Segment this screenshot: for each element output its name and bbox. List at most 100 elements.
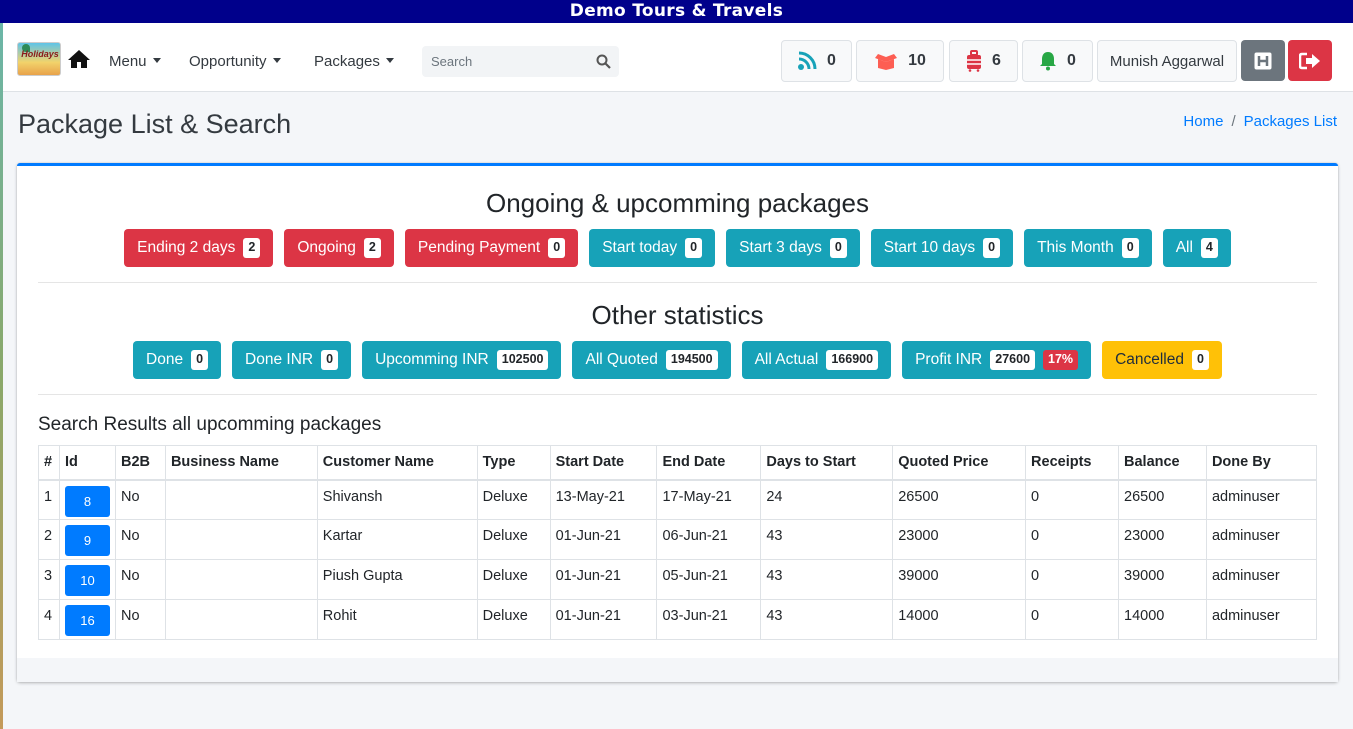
column-header-customer-name[interactable]: Customer Name bbox=[316, 445, 478, 481]
cell-quoted: 26500 bbox=[892, 479, 1027, 520]
table-row: 1 8 No Shivansh Deluxe 13-May-21 17-May-21 24 26… bbox=[38, 479, 1318, 520]
filter-label: This Month bbox=[1037, 239, 1114, 256]
column-header-start-date[interactable]: Start Date bbox=[549, 445, 658, 481]
count-badge: 27600 bbox=[990, 350, 1036, 370]
results-title: Search Results all upcomming packages bbox=[38, 414, 382, 435]
packages-counter-button[interactable]: 10 bbox=[856, 40, 944, 82]
filter-button-start-today[interactable]: Start today 0 bbox=[589, 229, 716, 267]
cell-id: 9 bbox=[58, 519, 116, 560]
cell-start: 01-Jun-21 bbox=[549, 519, 658, 560]
cell-id: 10 bbox=[58, 559, 116, 600]
cell-days: 43 bbox=[760, 519, 894, 560]
search-box bbox=[422, 46, 619, 77]
count-badge: 2 bbox=[243, 238, 261, 258]
cell-days: 24 bbox=[760, 479, 894, 520]
stat-button-all-quoted[interactable]: All Quoted 194500 bbox=[572, 341, 731, 379]
column-header-id[interactable]: Id bbox=[58, 445, 116, 481]
breadcrumb: Home / Packages List bbox=[1183, 113, 1337, 130]
cell-end: 06-Jun-21 bbox=[656, 519, 762, 560]
stat-button-done-inr[interactable]: Done INR 0 bbox=[232, 341, 352, 379]
alerts-counter-button[interactable]: 0 bbox=[1022, 40, 1093, 82]
cell-quoted: 39000 bbox=[892, 559, 1027, 600]
filter-button-this-month[interactable]: This Month 0 bbox=[1024, 229, 1152, 267]
leads-counter-button[interactable]: 0 bbox=[781, 40, 852, 82]
filter-button-pending-payment[interactable]: Pending Payment 0 bbox=[404, 229, 579, 267]
nav-packages-dropdown[interactable]: Packages bbox=[314, 53, 394, 70]
logout-button[interactable] bbox=[1288, 40, 1332, 81]
luggage-count: 6 bbox=[992, 52, 1001, 69]
count-badge: 0 bbox=[685, 238, 703, 258]
company-logo[interactable]: Holidays bbox=[17, 42, 61, 76]
percent-badge: 17% bbox=[1043, 350, 1079, 370]
package-id-button[interactable]: 16 bbox=[64, 605, 110, 636]
cell-type: Deluxe bbox=[476, 479, 551, 520]
count-badge: 0 bbox=[321, 350, 339, 370]
stat-button-upcomming-inr[interactable]: Upcomming INR 102500 bbox=[362, 341, 562, 379]
logo-text: Holidays bbox=[21, 49, 59, 59]
column-header-done-by[interactable]: Done By bbox=[1205, 445, 1318, 481]
cell-customer: Piush Gupta bbox=[316, 559, 478, 600]
breadcrumb-current-link[interactable]: Packages List bbox=[1244, 113, 1337, 130]
cell-done-by: adminuser bbox=[1205, 559, 1318, 600]
table-body: 1 8 No Shivansh Deluxe 13-May-21 17-May-21 24 26… bbox=[38, 479, 1318, 640]
nav-menu-label: Menu bbox=[109, 53, 147, 70]
search-input[interactable] bbox=[422, 46, 582, 77]
cell-business bbox=[164, 559, 318, 600]
stat-button-all-actual[interactable]: All Actual 166900 bbox=[741, 341, 892, 379]
cell-n: 3 bbox=[38, 559, 60, 600]
cell-customer: Rohit bbox=[316, 599, 478, 640]
column-header-business-name[interactable]: Business Name bbox=[164, 445, 318, 481]
cell-n: 1 bbox=[38, 479, 60, 520]
search-icon[interactable] bbox=[596, 54, 611, 69]
nav-opportunity-dropdown[interactable]: Opportunity bbox=[189, 53, 281, 70]
cell-business bbox=[164, 599, 318, 640]
column-header-days-to-start[interactable]: Days to Start bbox=[760, 445, 894, 481]
filter-button-ending-2-days[interactable]: Ending 2 days 2 bbox=[124, 229, 274, 267]
filter-button-start-3-days[interactable]: Start 3 days 0 bbox=[726, 229, 860, 267]
filter-button-start-10-days[interactable]: Start 10 days 0 bbox=[870, 229, 1014, 267]
cell-quoted: 23000 bbox=[892, 519, 1027, 560]
cell-b2b: No bbox=[114, 559, 166, 600]
user-profile-button[interactable]: Munish Aggarwal bbox=[1097, 40, 1237, 82]
hotel-button[interactable] bbox=[1241, 40, 1285, 81]
cell-receipts: 0 bbox=[1025, 599, 1119, 640]
stat-button-profit-inr[interactable]: Profit INR 27600 17% bbox=[902, 341, 1092, 379]
filter-label: All bbox=[1175, 239, 1193, 256]
cell-type: Deluxe bbox=[476, 519, 551, 560]
column-header-b2b[interactable]: B2B bbox=[114, 445, 166, 481]
user-name: Munish Aggarwal bbox=[1109, 52, 1225, 70]
column-header-balance[interactable]: Balance bbox=[1118, 445, 1207, 481]
nav-menu-dropdown[interactable]: Menu bbox=[109, 53, 161, 70]
stat-button-done[interactable]: Done 0 bbox=[133, 341, 222, 379]
package-id-button[interactable]: 8 bbox=[64, 485, 110, 517]
filter-label: Pending Payment bbox=[417, 239, 541, 256]
ongoing-heading: Ongoing & upcomming packages bbox=[485, 188, 869, 218]
cell-days: 43 bbox=[760, 559, 894, 600]
column-header-quoted-price[interactable]: Quoted Price bbox=[892, 445, 1027, 481]
stat-button-cancelled[interactable]: Cancelled 0 bbox=[1102, 341, 1222, 379]
table-row: 3 10 No Piush Gupta Deluxe 01-Jun-21 05-Jun-21… bbox=[38, 559, 1318, 600]
cell-b2b: No bbox=[114, 599, 166, 640]
nav-opportunity-label: Opportunity bbox=[189, 53, 267, 70]
hotel-h-icon bbox=[1254, 52, 1272, 69]
package-id-button[interactable]: 10 bbox=[64, 565, 110, 596]
count-badge: 0 bbox=[983, 238, 1001, 258]
alerts-count: 0 bbox=[1067, 52, 1076, 69]
sign-out-icon bbox=[1299, 52, 1320, 69]
bell-icon bbox=[1040, 52, 1057, 71]
home-icon[interactable] bbox=[67, 49, 91, 69]
filter-button-all[interactable]: All 4 bbox=[1162, 229, 1231, 267]
column-header-receipts[interactable]: Receipts bbox=[1025, 445, 1119, 481]
cell-receipts: 0 bbox=[1025, 479, 1119, 520]
breadcrumb-home-link[interactable]: Home bbox=[1183, 113, 1223, 130]
column-header-type[interactable]: Type bbox=[476, 445, 551, 481]
count-badge: 2 bbox=[363, 238, 381, 258]
filter-button-ongoing[interactable]: Ongoing 2 bbox=[284, 229, 394, 267]
column-header-number[interactable]: # bbox=[38, 445, 60, 481]
box-open-icon bbox=[875, 54, 898, 70]
cell-balance: 39000 bbox=[1118, 559, 1207, 600]
stat-label: Done INR bbox=[245, 351, 314, 368]
package-id-button[interactable]: 9 bbox=[64, 525, 110, 556]
column-header-end-date[interactable]: End Date bbox=[656, 445, 762, 481]
luggage-counter-button[interactable]: 6 bbox=[949, 40, 1018, 82]
